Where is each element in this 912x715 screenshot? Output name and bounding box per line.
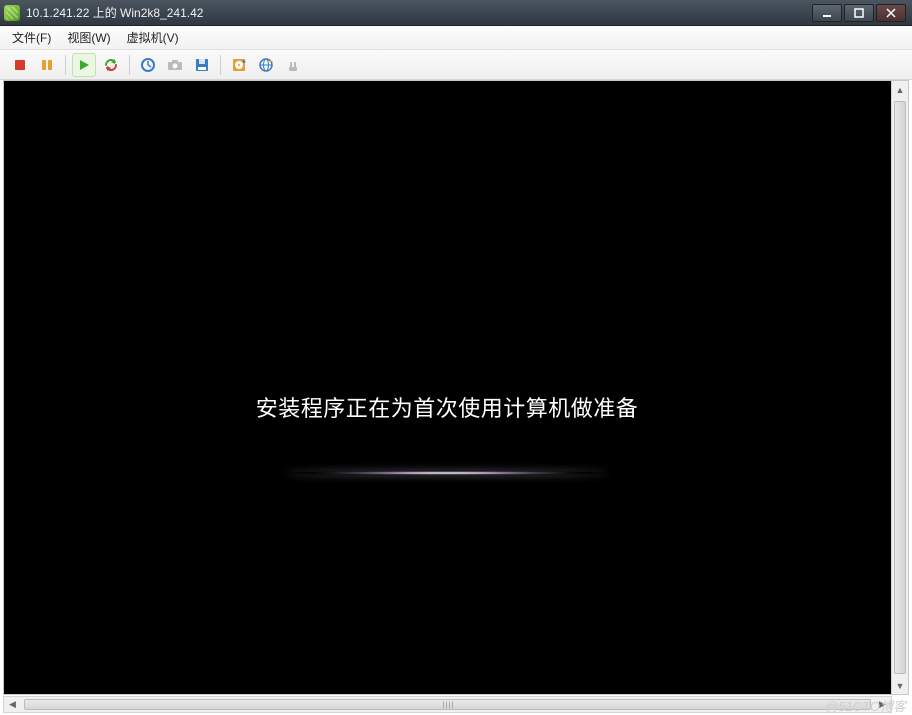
titlebar: 10.1.241.22 上的 Win2k8_241.42 [0, 0, 912, 26]
maximize-button[interactable] [844, 4, 874, 22]
cdrom-icon [231, 57, 247, 73]
snapshot-button[interactable] [136, 53, 160, 77]
toolbar-separator [65, 55, 66, 75]
toolbar [0, 50, 912, 80]
close-button[interactable] [876, 4, 906, 22]
window-controls [812, 4, 908, 22]
cdrom-button[interactable] [227, 53, 251, 77]
scroll-up-icon[interactable]: ▲ [892, 81, 908, 98]
scroll-left-icon[interactable]: ◀ [4, 697, 21, 712]
play-icon [77, 58, 91, 72]
stop-icon [13, 58, 27, 72]
play-button[interactable] [72, 53, 96, 77]
camera-icon [167, 57, 183, 73]
grip-icon [443, 701, 453, 708]
stop-button[interactable] [8, 53, 32, 77]
vertical-scrollbar[interactable]: ▲ ▼ [891, 81, 908, 694]
app-icon [4, 5, 20, 21]
camera-button[interactable] [163, 53, 187, 77]
refresh-icon [103, 57, 119, 73]
horizontal-scroll-thumb[interactable] [24, 699, 871, 710]
horizontal-scrollbar[interactable]: ◀ ▶ [3, 696, 892, 713]
scroll-right-icon[interactable]: ▶ [874, 697, 891, 712]
window-title: 10.1.241.22 上的 Win2k8_241.42 [26, 4, 203, 21]
scroll-down-icon[interactable]: ▼ [892, 677, 908, 694]
connect-device-button[interactable] [190, 53, 214, 77]
guest-screen[interactable]: 安装程序正在为首次使用计算机做准备 [4, 81, 890, 694]
network-icon [258, 57, 274, 73]
toolbar-separator [129, 55, 130, 75]
pause-icon [40, 58, 54, 72]
minimize-icon [822, 8, 832, 18]
pause-button[interactable] [35, 53, 59, 77]
menubar: 文件(F) 视图(W) 虚拟机(V) [0, 26, 912, 50]
maximize-icon [854, 8, 864, 18]
menu-view[interactable]: 视图(W) [59, 27, 118, 48]
console-area: 安装程序正在为首次使用计算机做准备 ▲ ▼ [3, 80, 909, 695]
usb-icon [285, 57, 301, 73]
network-button[interactable] [254, 53, 278, 77]
vertical-scroll-thumb[interactable] [894, 101, 906, 674]
refresh-button[interactable] [99, 53, 123, 77]
floppy-icon [194, 57, 210, 73]
close-icon [886, 8, 896, 18]
snapshot-icon [140, 57, 156, 73]
progress-indicator [287, 471, 607, 475]
minimize-button[interactable] [812, 4, 842, 22]
menu-file[interactable]: 文件(F) [4, 27, 59, 48]
setup-status-text: 安装程序正在为首次使用计算机做准备 [256, 391, 639, 423]
toolbar-separator [220, 55, 221, 75]
usb-button[interactable] [281, 53, 305, 77]
menu-vm[interactable]: 虚拟机(V) [119, 27, 187, 48]
